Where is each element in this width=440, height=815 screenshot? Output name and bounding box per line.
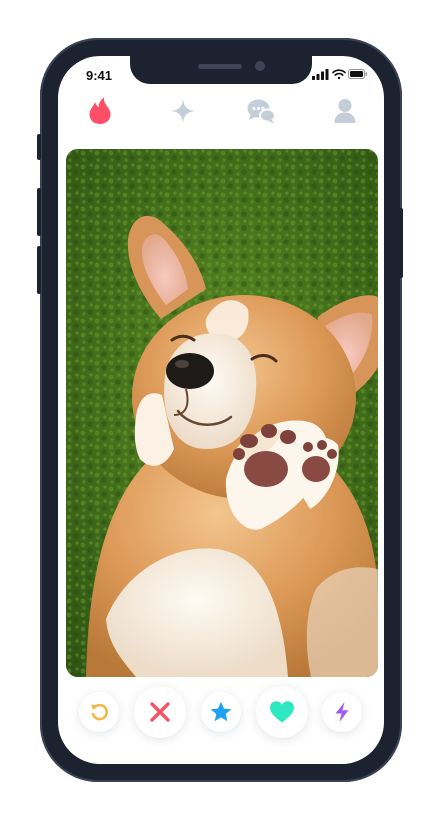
rewind-button[interactable] [79, 692, 119, 732]
wifi-icon [332, 69, 346, 80]
chat-bubbles-icon[interactable] [246, 96, 276, 126]
like-button[interactable] [256, 686, 308, 738]
profile-card[interactable] [66, 149, 378, 677]
rewind-icon [91, 703, 109, 721]
status-icons [312, 69, 368, 80]
phone-screen: 9:41 [58, 56, 384, 764]
sparkle-icon[interactable] [168, 96, 198, 126]
profile-icon[interactable] [330, 96, 360, 126]
nope-x-icon [150, 702, 170, 722]
earpiece-speaker [198, 64, 242, 69]
volume-up-button [37, 188, 41, 236]
notch [130, 56, 312, 84]
super-like-star-icon [210, 701, 232, 722]
front-camera [255, 61, 265, 71]
boost-button[interactable] [322, 692, 362, 732]
boost-bolt-icon [335, 702, 349, 722]
flame-icon[interactable] [85, 96, 115, 126]
super-like-button[interactable] [201, 692, 241, 732]
action-bar [58, 686, 384, 738]
nope-button[interactable] [134, 686, 186, 738]
profile-photo [66, 149, 378, 677]
cellular-signal-icon [312, 69, 329, 80]
like-heart-icon [270, 701, 294, 723]
top-navigation [58, 96, 384, 130]
mute-switch [37, 134, 41, 160]
volume-down-button [37, 246, 41, 294]
power-button [399, 208, 403, 278]
battery-icon [348, 69, 368, 79]
status-time: 9:41 [86, 68, 113, 83]
